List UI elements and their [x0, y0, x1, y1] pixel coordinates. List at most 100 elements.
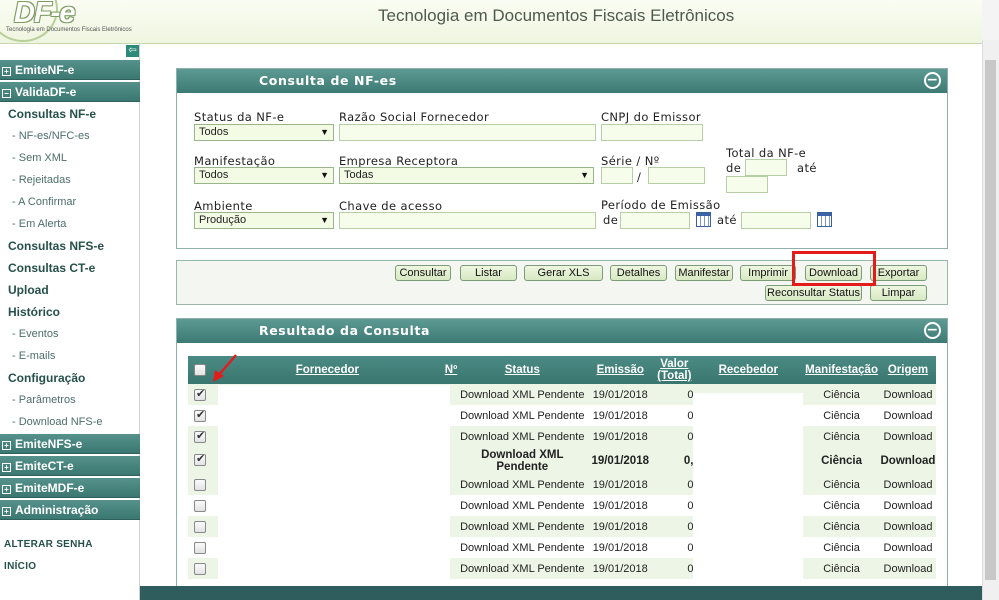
- periodo-inicio-input[interactable]: [620, 212, 690, 229]
- col-fornecedor[interactable]: Fornecedor: [211, 356, 443, 384]
- sidebar-item-label: E-mails: [18, 350, 56, 362]
- limpar-button[interactable]: Limpar: [870, 285, 927, 301]
- manifestar-button[interactable]: Manifestar: [675, 265, 733, 281]
- section-label: EmiteNF-e: [15, 63, 75, 77]
- sidebar-item-historico[interactable]: Histórico: [8, 305, 60, 319]
- valor-cell: 0: [655, 474, 694, 495]
- empresa-select[interactable]: Todas: [339, 167, 594, 184]
- sidebar-item-eventos[interactable]: - Eventos: [12, 328, 58, 340]
- minus-circle-icon[interactable]: −: [924, 322, 941, 339]
- row-checkbox[interactable]: [193, 387, 206, 401]
- row-checkbox[interactable]: [193, 478, 206, 491]
- manifestacao-label: Manifestação: [194, 154, 276, 168]
- origem-cell: Download: [883, 409, 933, 422]
- col-emissao[interactable]: Emissão: [585, 356, 656, 384]
- app-logo[interactable]: DF-e Tecnologia em Documentos Fiscais El…: [0, 0, 140, 44]
- expand-icon: +: [2, 463, 11, 472]
- manifestacao-cell: Ciência: [823, 409, 860, 422]
- select-all-checkbox[interactable]: [193, 363, 206, 376]
- collapse-sidebar-icon[interactable]: ⇦: [126, 45, 139, 57]
- chave-input[interactable]: [339, 212, 596, 229]
- sidebar-section-emitecte[interactable]: + EmiteCT-e: [0, 456, 140, 476]
- total-min-input[interactable]: [745, 159, 787, 176]
- sidebar-item-rejeitadas[interactable]: - Rejeitadas: [12, 174, 71, 186]
- sidebar-section-emitenfe[interactable]: + EmiteNF-e: [0, 60, 140, 80]
- col-manifestacao[interactable]: Manifestação: [803, 356, 880, 384]
- sidebar-item-em-alerta[interactable]: - Em Alerta: [12, 218, 66, 230]
- sidebar-item-nfe-nfce[interactable]: - NF-es/NFC-es: [12, 130, 90, 142]
- origem-cell: Download: [883, 541, 933, 554]
- row-checkbox[interactable]: [193, 429, 206, 443]
- manifestacao-cell: Ciência: [803, 558, 880, 579]
- col-valor[interactable]: Valor (Total): [655, 356, 694, 384]
- total-max-input[interactable]: [726, 176, 768, 193]
- header-filler: [982, 0, 999, 40]
- manifestacao-cell: Ciência: [803, 516, 880, 537]
- calendar-icon[interactable]: [817, 212, 832, 227]
- row-checkbox[interactable]: [193, 562, 206, 575]
- select-cell: [188, 495, 212, 516]
- sidebar-section-validadfe[interactable]: − ValidaDF-e: [0, 82, 140, 102]
- row-checkbox[interactable]: [193, 452, 206, 467]
- minus-circle-icon[interactable]: −: [924, 72, 941, 89]
- exportar-button[interactable]: Exportar: [870, 265, 927, 281]
- reconsultar-status-button[interactable]: Reconsultar Status: [765, 285, 862, 301]
- emissao-cell: 19/01/2018: [585, 474, 656, 495]
- consulta-panel-title: Consulta de NF-es: [259, 73, 397, 88]
- vertical-scrollbar[interactable]: [982, 40, 999, 600]
- select-cell: [188, 474, 212, 495]
- row-checkbox[interactable]: [193, 520, 206, 533]
- imprimir-button[interactable]: Imprimir: [740, 265, 796, 281]
- row-checkbox[interactable]: [193, 408, 206, 422]
- valor-cell: 0: [687, 409, 694, 422]
- sidebar-item-label: Parâmetros: [18, 394, 76, 406]
- sidebar-item-download-nfse[interactable]: - Download NFS-e: [12, 416, 103, 428]
- valor-cell: 0: [687, 499, 694, 512]
- periodo-fim-input[interactable]: [741, 212, 811, 229]
- listar-button[interactable]: Listar: [460, 265, 517, 281]
- sidebar-item-consultas-nfse[interactable]: Consultas NFS-e: [8, 239, 104, 253]
- calendar-icon[interactable]: [696, 212, 711, 227]
- row-checkbox[interactable]: [193, 499, 206, 512]
- row-checkbox[interactable]: [193, 541, 206, 554]
- consultar-button[interactable]: Consultar: [395, 265, 451, 281]
- col-status[interactable]: Status: [459, 356, 586, 384]
- manifestacao-cell: Ciência: [803, 447, 880, 474]
- sidebar-item-sem-xml[interactable]: - Sem XML: [12, 152, 67, 164]
- sidebar-section-admin[interactable]: + Administração: [0, 500, 140, 520]
- gerar-xls-button[interactable]: Gerar XLS: [524, 265, 603, 281]
- sidebar-item-configuracao[interactable]: Configuração: [8, 371, 85, 385]
- status-select[interactable]: Todos: [194, 124, 334, 141]
- sidebar-section-emitemdfe[interactable]: + EmiteMDF-e: [0, 478, 140, 498]
- expand-icon: +: [2, 485, 11, 494]
- alterar-senha-link[interactable]: ALTERAR SENHA: [4, 539, 93, 550]
- periodo-de-label: de: [603, 213, 619, 227]
- col-recebedor[interactable]: Recebedor: [693, 356, 804, 384]
- status-cell: Download XML Pendente: [460, 541, 585, 554]
- section-label: EmiteNFS-e: [15, 437, 83, 451]
- cnpj-input[interactable]: [601, 124, 703, 141]
- total-label: Total da NF-e: [726, 146, 807, 160]
- ambiente-select[interactable]: Produção: [194, 212, 334, 229]
- numero-input[interactable]: [648, 167, 705, 184]
- sidebar-item-consultas-cte[interactable]: Consultas CT-e: [8, 261, 95, 275]
- emissao-cell: 19/01/2018: [585, 384, 656, 405]
- inicio-link[interactable]: INÍCIO: [4, 561, 36, 572]
- sidebar-section-emitenfse[interactable]: + EmiteNFS-e: [0, 434, 140, 454]
- consulta-panel-header: Consulta de NF-es −: [177, 69, 947, 93]
- valor-cell: 0: [655, 384, 694, 405]
- sidebar-item-parametros[interactable]: - Parâmetros: [12, 394, 76, 406]
- col-numero[interactable]: Nº: [442, 356, 460, 384]
- manifestacao-cell: Ciência: [803, 384, 880, 405]
- sidebar-item-emails[interactable]: - E-mails: [12, 350, 55, 362]
- col-origem[interactable]: Origem: [879, 356, 936, 384]
- valor-cell: 0,: [655, 447, 694, 474]
- scrollbar-thumb[interactable]: [985, 60, 996, 580]
- sidebar-item-consultas-nfe[interactable]: Consultas NF-e: [8, 107, 96, 121]
- manifestacao-select[interactable]: Todos: [194, 167, 334, 184]
- sidebar-item-upload[interactable]: Upload: [8, 283, 49, 297]
- detalhes-button[interactable]: Detalhes: [610, 265, 667, 281]
- sidebar-item-a-confirmar[interactable]: - A Confirmar: [12, 196, 76, 208]
- razao-input[interactable]: [339, 124, 596, 141]
- serie-input[interactable]: [601, 167, 633, 184]
